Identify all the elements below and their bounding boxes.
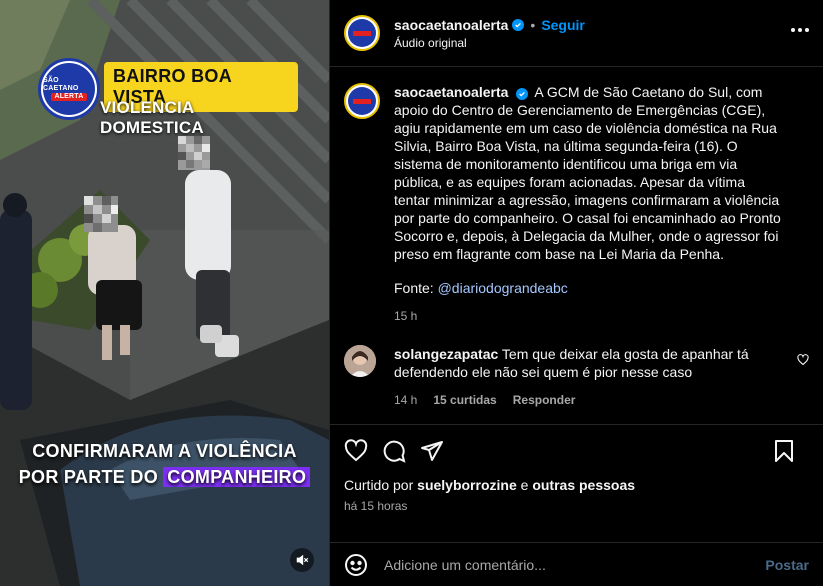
- caption-time: 15 h: [394, 309, 418, 323]
- instagram-post-modal: SÃO CAETANO ALERTA BAIRRO BOA VISTA VIOL…: [0, 0, 823, 586]
- post-caption: saocaetanoalerta A GCM de São Caetano do …: [344, 83, 809, 325]
- caption-username[interactable]: saocaetanoalerta: [394, 84, 508, 100]
- liked-by-user[interactable]: suelyborrozine: [417, 477, 517, 493]
- verified-badge-icon: [512, 18, 525, 31]
- caption-line2: POR PARTE DO COMPANHEIRO: [0, 464, 329, 490]
- caption-source: Fonte: @diariodograndeabc: [394, 279, 784, 297]
- audio-link[interactable]: Áudio original: [394, 36, 585, 50]
- liked-by-others[interactable]: outras pessoas: [532, 477, 635, 493]
- comment-like-heart-icon[interactable]: [797, 353, 809, 371]
- share-send-icon[interactable]: [420, 439, 444, 463]
- comment-item: solangezapatac Tem que deixar ela gosta …: [344, 345, 809, 409]
- separator-dot: •: [530, 16, 536, 33]
- posted-ago: há 15 horas: [344, 499, 408, 513]
- emoji-icon[interactable]: [344, 553, 368, 577]
- source-prefix: Fonte:: [394, 280, 438, 296]
- post-header: saocaetanoalerta • Seguir Áudio original: [330, 0, 823, 67]
- follow-button[interactable]: Seguir: [541, 17, 585, 33]
- comment-username[interactable]: solangezapatac: [394, 346, 498, 362]
- sao-caetano-alerta-logo: SÃO CAETANO ALERTA: [38, 58, 100, 120]
- caption-line1: CONFIRMARAM A VIOLÊNCIA: [32, 441, 297, 461]
- video-caption: CONFIRMARAM A VIOLÊNCIA POR PARTE DO COM…: [0, 438, 329, 490]
- liked-by-mid: e: [516, 477, 533, 493]
- mute-button[interactable]: [290, 548, 314, 572]
- post-side-panel: saocaetanoalerta • Seguir Áudio original…: [329, 0, 823, 586]
- bookmark-icon[interactable]: [773, 439, 795, 463]
- tag-violencia: VIOLENCIA DOMESTICA: [100, 98, 204, 137]
- liked-by-prefix: Curtido por: [344, 477, 418, 493]
- reply-button[interactable]: Responder: [513, 391, 576, 409]
- logo-line1: SÃO CAETANO: [43, 77, 79, 92]
- author-username[interactable]: saocaetanoalerta: [394, 17, 508, 33]
- like-heart-icon[interactable]: [344, 439, 368, 463]
- commenter-avatar[interactable]: [344, 345, 376, 377]
- liked-by-text: Curtido por suelyborrozine e outras pess…: [344, 477, 809, 493]
- post-actions: Curtido por suelyborrozine e outras pess…: [330, 424, 823, 529]
- author-avatar[interactable]: [344, 15, 380, 51]
- caption-line2-prefix: POR PARTE DO: [18, 467, 164, 487]
- comment-composer: Postar: [330, 542, 823, 586]
- caption-author-avatar[interactable]: [344, 83, 380, 119]
- caption-text: A GCM de São Caetano do Sul, com apoio d…: [394, 84, 781, 262]
- comment-likes[interactable]: 15 curtidas: [433, 391, 496, 409]
- speaker-muted-icon: [296, 554, 309, 566]
- comment-input[interactable]: [382, 555, 766, 574]
- video-player[interactable]: SÃO CAETANO ALERTA BAIRRO BOA VISTA VIOL…: [0, 0, 329, 586]
- logo-line2: ALERTA: [51, 93, 87, 101]
- verified-badge-icon: [516, 88, 529, 100]
- caption-highlight: COMPANHEIRO: [163, 467, 311, 487]
- comment-bubble-icon[interactable]: [382, 439, 406, 463]
- source-mention-link[interactable]: @diariodograndeabc: [438, 280, 568, 296]
- post-comment-button[interactable]: Postar: [765, 557, 809, 573]
- more-options-icon[interactable]: [791, 28, 809, 32]
- video-overlay-title: SÃO CAETANO ALERTA BAIRRO BOA VISTA VIOL…: [38, 58, 298, 137]
- comment-time: 14 h: [394, 393, 418, 407]
- comments-area[interactable]: saocaetanoalerta A GCM de São Caetano do …: [330, 67, 823, 424]
